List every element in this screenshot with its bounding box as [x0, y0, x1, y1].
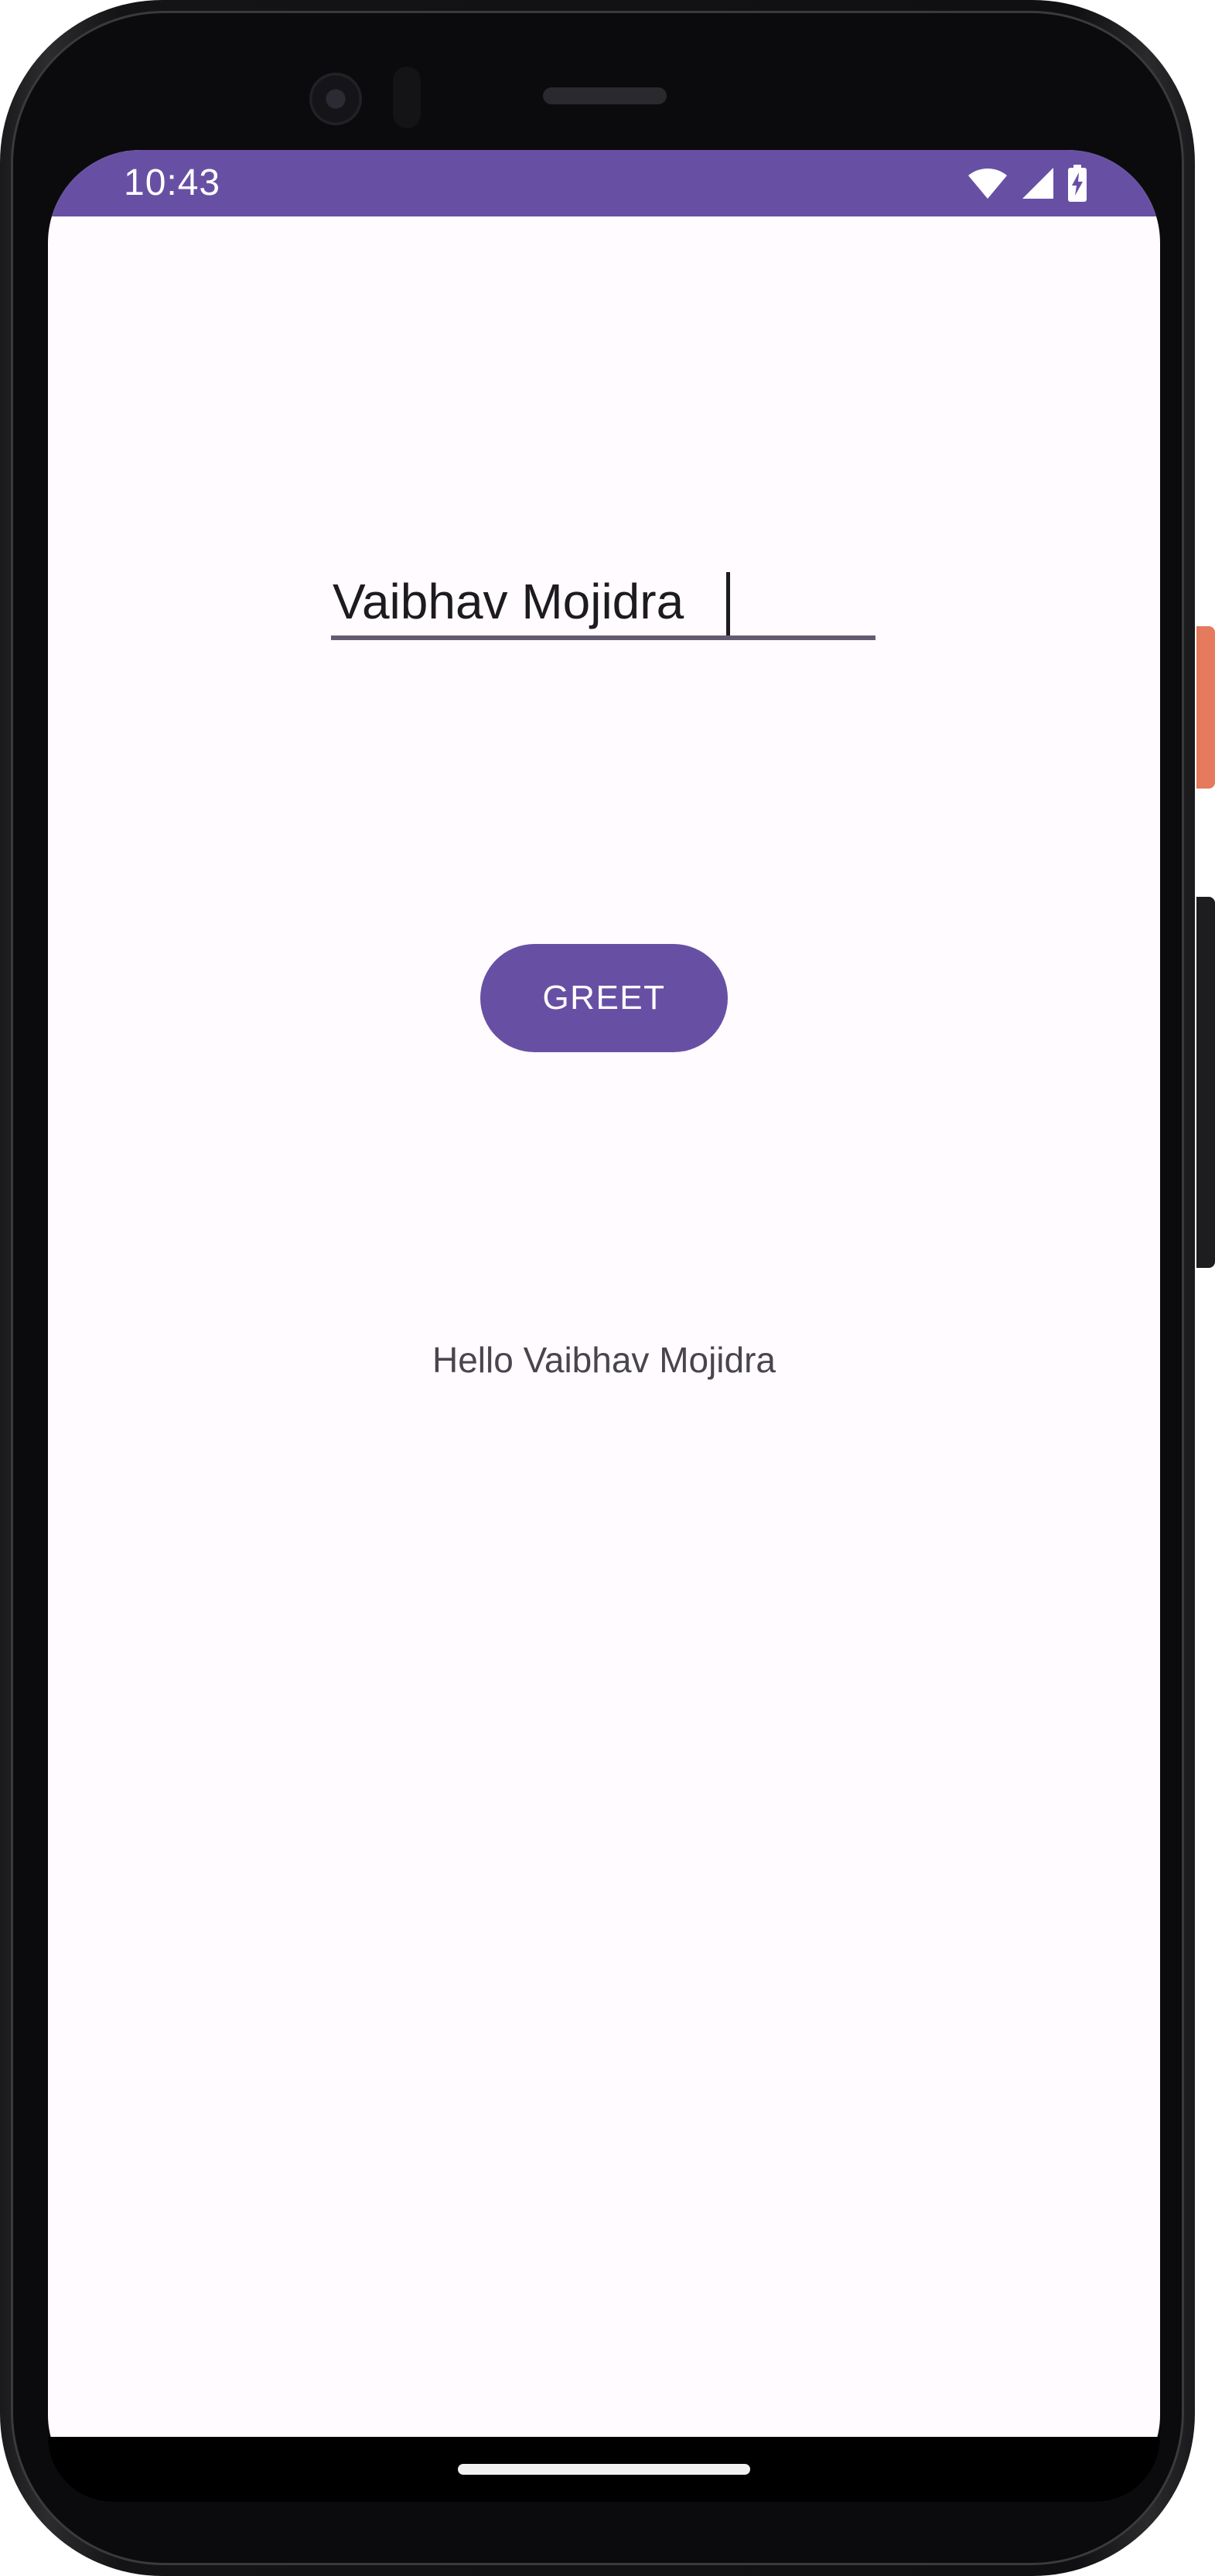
name-field-underline: [331, 635, 875, 640]
status-bar: 10:43: [48, 150, 1160, 216]
cellular-signal-icon: [1022, 168, 1053, 199]
text-cursor: [726, 572, 730, 635]
proximity-sensor: [393, 66, 421, 128]
power-button[interactable]: [1196, 626, 1215, 789]
front-camera: [309, 73, 362, 125]
home-gesture-handle[interactable]: [458, 2464, 750, 2475]
status-time: 10:43: [124, 162, 221, 203]
wifi-icon: [968, 169, 1007, 199]
app-screen: 10:43 GREET Hello Vaibhav Mojidra: [48, 150, 1160, 2500]
battery-charging-icon: [1068, 165, 1087, 202]
name-text-field[interactable]: [331, 564, 875, 645]
name-input[interactable]: [331, 564, 875, 639]
earpiece-speaker: [543, 87, 667, 104]
status-icons: [967, 164, 1087, 203]
greet-button[interactable]: GREET: [480, 944, 728, 1052]
volume-rocker[interactable]: [1196, 897, 1215, 1268]
phone-device: 10:43 GREET Hello Vaibhav Mojidra: [0, 0, 1215, 2576]
greeting-text: Hello Vaibhav Mojidra: [432, 1340, 776, 1380]
